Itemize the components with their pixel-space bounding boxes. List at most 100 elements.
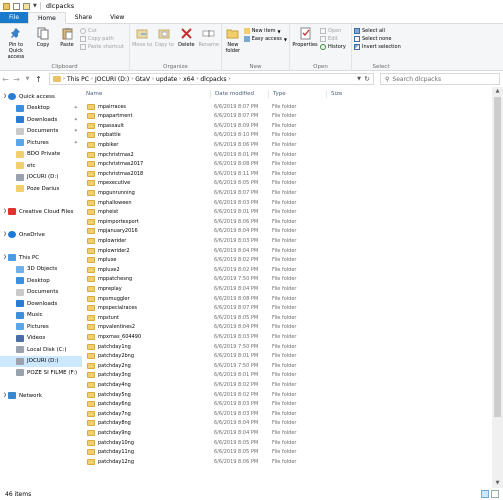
table-row[interactable]: mpreplay 6/6/2019 8:04 PM File folder bbox=[82, 284, 503, 293]
invert-selection-button[interactable]: Invert selection bbox=[354, 44, 401, 50]
table-row[interactable]: patchday8ng 6/6/2019 8:04 PM File folder bbox=[82, 419, 503, 428]
sidebar-item[interactable]: Pictures ✦ bbox=[0, 137, 82, 148]
copy-path-button[interactable]: Copy path bbox=[80, 36, 124, 42]
customize-toolbar-chevron-icon[interactable]: ▼ bbox=[33, 3, 37, 9]
table-row[interactable]: mplowrider2 6/6/2019 8:04 PM File folder bbox=[82, 246, 503, 255]
scroll-down-arrow-icon[interactable]: ▼ bbox=[492, 479, 503, 488]
table-row[interactable]: patchday9ng 6/6/2019 8:04 PM File folder bbox=[82, 428, 503, 437]
chevron-right-icon[interactable]: › bbox=[63, 76, 65, 82]
chevron-right-icon[interactable]: › bbox=[179, 76, 181, 82]
select-none-button[interactable]: Select none bbox=[354, 36, 401, 42]
breadcrumb-x64[interactable]: x64 bbox=[183, 76, 194, 83]
table-row[interactable]: mpexecutive 6/6/2019 8:05 PM File folder bbox=[82, 179, 503, 188]
sidebar-item[interactable]: ❯ Network bbox=[0, 390, 82, 401]
table-row[interactable]: mpbiker 6/6/2019 8:06 PM File folder bbox=[82, 140, 503, 149]
breadcrumb-this-pc[interactable]: This PC bbox=[67, 76, 89, 83]
sidebar-item[interactable]: Videos bbox=[0, 333, 82, 344]
table-row[interactable]: mpjanuary2016 6/6/2019 8:04 PM File folder bbox=[82, 227, 503, 236]
column-header-date[interactable]: Date modified bbox=[210, 90, 254, 98]
table-row[interactable]: patchday3ng 6/6/2019 8:01 PM File folder bbox=[82, 371, 503, 380]
sidebar-item[interactable]: JOCURI (D:) bbox=[0, 355, 82, 367]
details-view-icon[interactable] bbox=[481, 490, 489, 498]
sidebar-item[interactable]: Downloads bbox=[0, 298, 82, 309]
breadcrumb-dlcpacks[interactable]: dlcpacks bbox=[200, 76, 226, 83]
table-row[interactable]: mpassault 6/6/2019 8:09 PM File folder bbox=[82, 121, 503, 130]
table-row[interactable]: patchday6ng 6/6/2019 8:03 PM File folder bbox=[82, 400, 503, 409]
table-row[interactable]: mphalloween 6/6/2019 8:03 PM File folder bbox=[82, 198, 503, 207]
sidebar-item[interactable]: Documents bbox=[0, 287, 82, 298]
table-row[interactable]: mpheist 6/6/2019 8:01 PM File folder bbox=[82, 208, 503, 217]
breadcrumb-gtav[interactable]: GtaV bbox=[135, 76, 150, 83]
table-row[interactable]: mpairraces 6/6/2019 8:07 PM File folder bbox=[82, 102, 503, 111]
history-button[interactable]: History bbox=[320, 44, 346, 50]
tab-view[interactable]: View bbox=[101, 12, 133, 23]
table-row[interactable]: mpimportexport 6/6/2019 8:06 PM File folde… bbox=[82, 217, 503, 226]
column-header-name[interactable]: Name bbox=[82, 90, 102, 98]
table-row[interactable]: mpchristmas2017 6/6/2019 8:08 PM File fold… bbox=[82, 160, 503, 169]
sidebar-item[interactable]: Music bbox=[0, 310, 82, 321]
chevron-right-icon[interactable]: › bbox=[91, 76, 93, 82]
chevron-right-icon[interactable]: › bbox=[131, 76, 133, 82]
chevron-right-icon[interactable]: › bbox=[229, 76, 231, 82]
table-row[interactable]: mplowrider 6/6/2019 8:03 PM File folder bbox=[82, 236, 503, 245]
properties-icon[interactable] bbox=[13, 2, 20, 10]
column-header-type[interactable]: Type bbox=[268, 90, 286, 98]
vertical-scrollbar[interactable]: ▲ ▼ bbox=[492, 87, 503, 488]
sidebar-item[interactable]: ❯ OneDrive bbox=[0, 229, 82, 240]
sidebar-item[interactable]: ❯ Quick access bbox=[0, 91, 82, 102]
recent-locations-chevron-icon[interactable]: ▼ bbox=[22, 76, 33, 82]
table-row[interactable]: patchday10ng 6/6/2019 8:05 PM File folder bbox=[82, 438, 503, 447]
table-row[interactable]: mpapartment 6/6/2019 8:07 PM File folder bbox=[82, 112, 503, 121]
table-row[interactable]: patchday1ng 6/6/2019 7:50 PM File folder bbox=[82, 342, 503, 351]
back-arrow-icon[interactable]: ← bbox=[0, 75, 11, 84]
chevron-right-icon[interactable]: › bbox=[196, 76, 198, 82]
table-row[interactable]: mpxmas_604490 6/6/2019 8:03 PM File folder bbox=[82, 332, 503, 341]
scrollbar-thumb[interactable] bbox=[494, 97, 501, 417]
table-row[interactable]: mppatchesng 6/6/2019 7:50 PM File folder bbox=[82, 275, 503, 284]
sidebar-item[interactable]: POZE SI FILME (F:) bbox=[0, 367, 82, 378]
table-row[interactable]: mpstunt 6/6/2019 8:05 PM File folder bbox=[82, 313, 503, 322]
address-dropdown-chevron-icon[interactable]: ▼ bbox=[357, 76, 361, 82]
sidebar-item[interactable]: etc bbox=[0, 160, 82, 171]
cut-button[interactable]: Cut bbox=[80, 28, 124, 34]
easy-access-button[interactable]: Easy access ▼ bbox=[243, 36, 287, 42]
new-item-button[interactable]: New item ▼ bbox=[243, 28, 287, 34]
sidebar-item[interactable]: ❯ Creative Cloud Files bbox=[0, 206, 82, 217]
chevron-right-icon[interactable]: › bbox=[152, 76, 154, 82]
edit-button[interactable]: Edit bbox=[320, 36, 346, 42]
open-button[interactable]: Open bbox=[320, 28, 346, 34]
sidebar-item[interactable]: ❯ This PC bbox=[0, 252, 82, 263]
address-bar[interactable]: › This PC › JOCURI (D:) › GtaV › update … bbox=[49, 73, 374, 85]
up-arrow-icon[interactable]: ↑ bbox=[33, 75, 44, 84]
tab-home[interactable]: Home bbox=[28, 12, 66, 24]
table-row[interactable]: patchday4ng 6/6/2019 8:02 PM File folder bbox=[82, 380, 503, 389]
table-row[interactable]: patchday2bng 6/6/2019 8:01 PM File folder bbox=[82, 352, 503, 361]
tab-file[interactable]: File bbox=[0, 12, 29, 23]
table-row[interactable]: patchday11ng 6/6/2019 8:05 PM File folder bbox=[82, 448, 503, 457]
table-row[interactable]: mpbattle 6/6/2019 8:10 PM File folder bbox=[82, 131, 503, 140]
table-row[interactable]: mpgunrunning 6/6/2019 8:07 PM File folder bbox=[82, 188, 503, 197]
scroll-up-arrow-icon[interactable]: ▲ bbox=[492, 87, 503, 96]
select-all-button[interactable]: Select all bbox=[354, 28, 401, 34]
large-icons-view-icon[interactable] bbox=[491, 490, 499, 498]
sidebar-item[interactable]: Local Disk (C:) bbox=[0, 344, 82, 355]
sidebar-item[interactable]: Pictures bbox=[0, 321, 82, 332]
sidebar-item[interactable]: Downloads ✦ bbox=[0, 114, 82, 125]
table-row[interactable]: mpchristmas2018 6/6/2019 8:11 PM File fold… bbox=[82, 169, 503, 178]
sidebar-item[interactable]: BDO Private bbox=[0, 149, 82, 160]
column-header-size[interactable]: Size bbox=[326, 90, 342, 98]
table-row[interactable]: mpchristmas2 6/6/2019 8:01 PM File folder bbox=[82, 150, 503, 159]
sidebar-item[interactable]: Desktop ✦ bbox=[0, 103, 82, 114]
tab-share[interactable]: Share bbox=[66, 12, 101, 23]
table-row[interactable]: mpspecialraces 6/6/2019 8:07 PM File folde… bbox=[82, 304, 503, 313]
sidebar-item[interactable]: Documents ✦ bbox=[0, 126, 82, 137]
sidebar-item[interactable]: Desktop bbox=[0, 275, 82, 286]
refresh-icon[interactable]: ↻ bbox=[364, 75, 370, 83]
breadcrumb-jocuri[interactable]: JOCURI (D:) bbox=[95, 76, 129, 83]
paste-shortcut-button[interactable]: Paste shortcut bbox=[80, 44, 124, 50]
breadcrumb-update[interactable]: update bbox=[156, 76, 177, 83]
new-folder-icon[interactable] bbox=[23, 2, 30, 10]
table-row[interactable]: mpluxe 6/6/2019 8:02 PM File folder bbox=[82, 256, 503, 265]
table-row[interactable]: patchday2ng 6/6/2019 7:50 PM File folder bbox=[82, 361, 503, 370]
forward-arrow-icon[interactable]: → bbox=[11, 75, 22, 84]
